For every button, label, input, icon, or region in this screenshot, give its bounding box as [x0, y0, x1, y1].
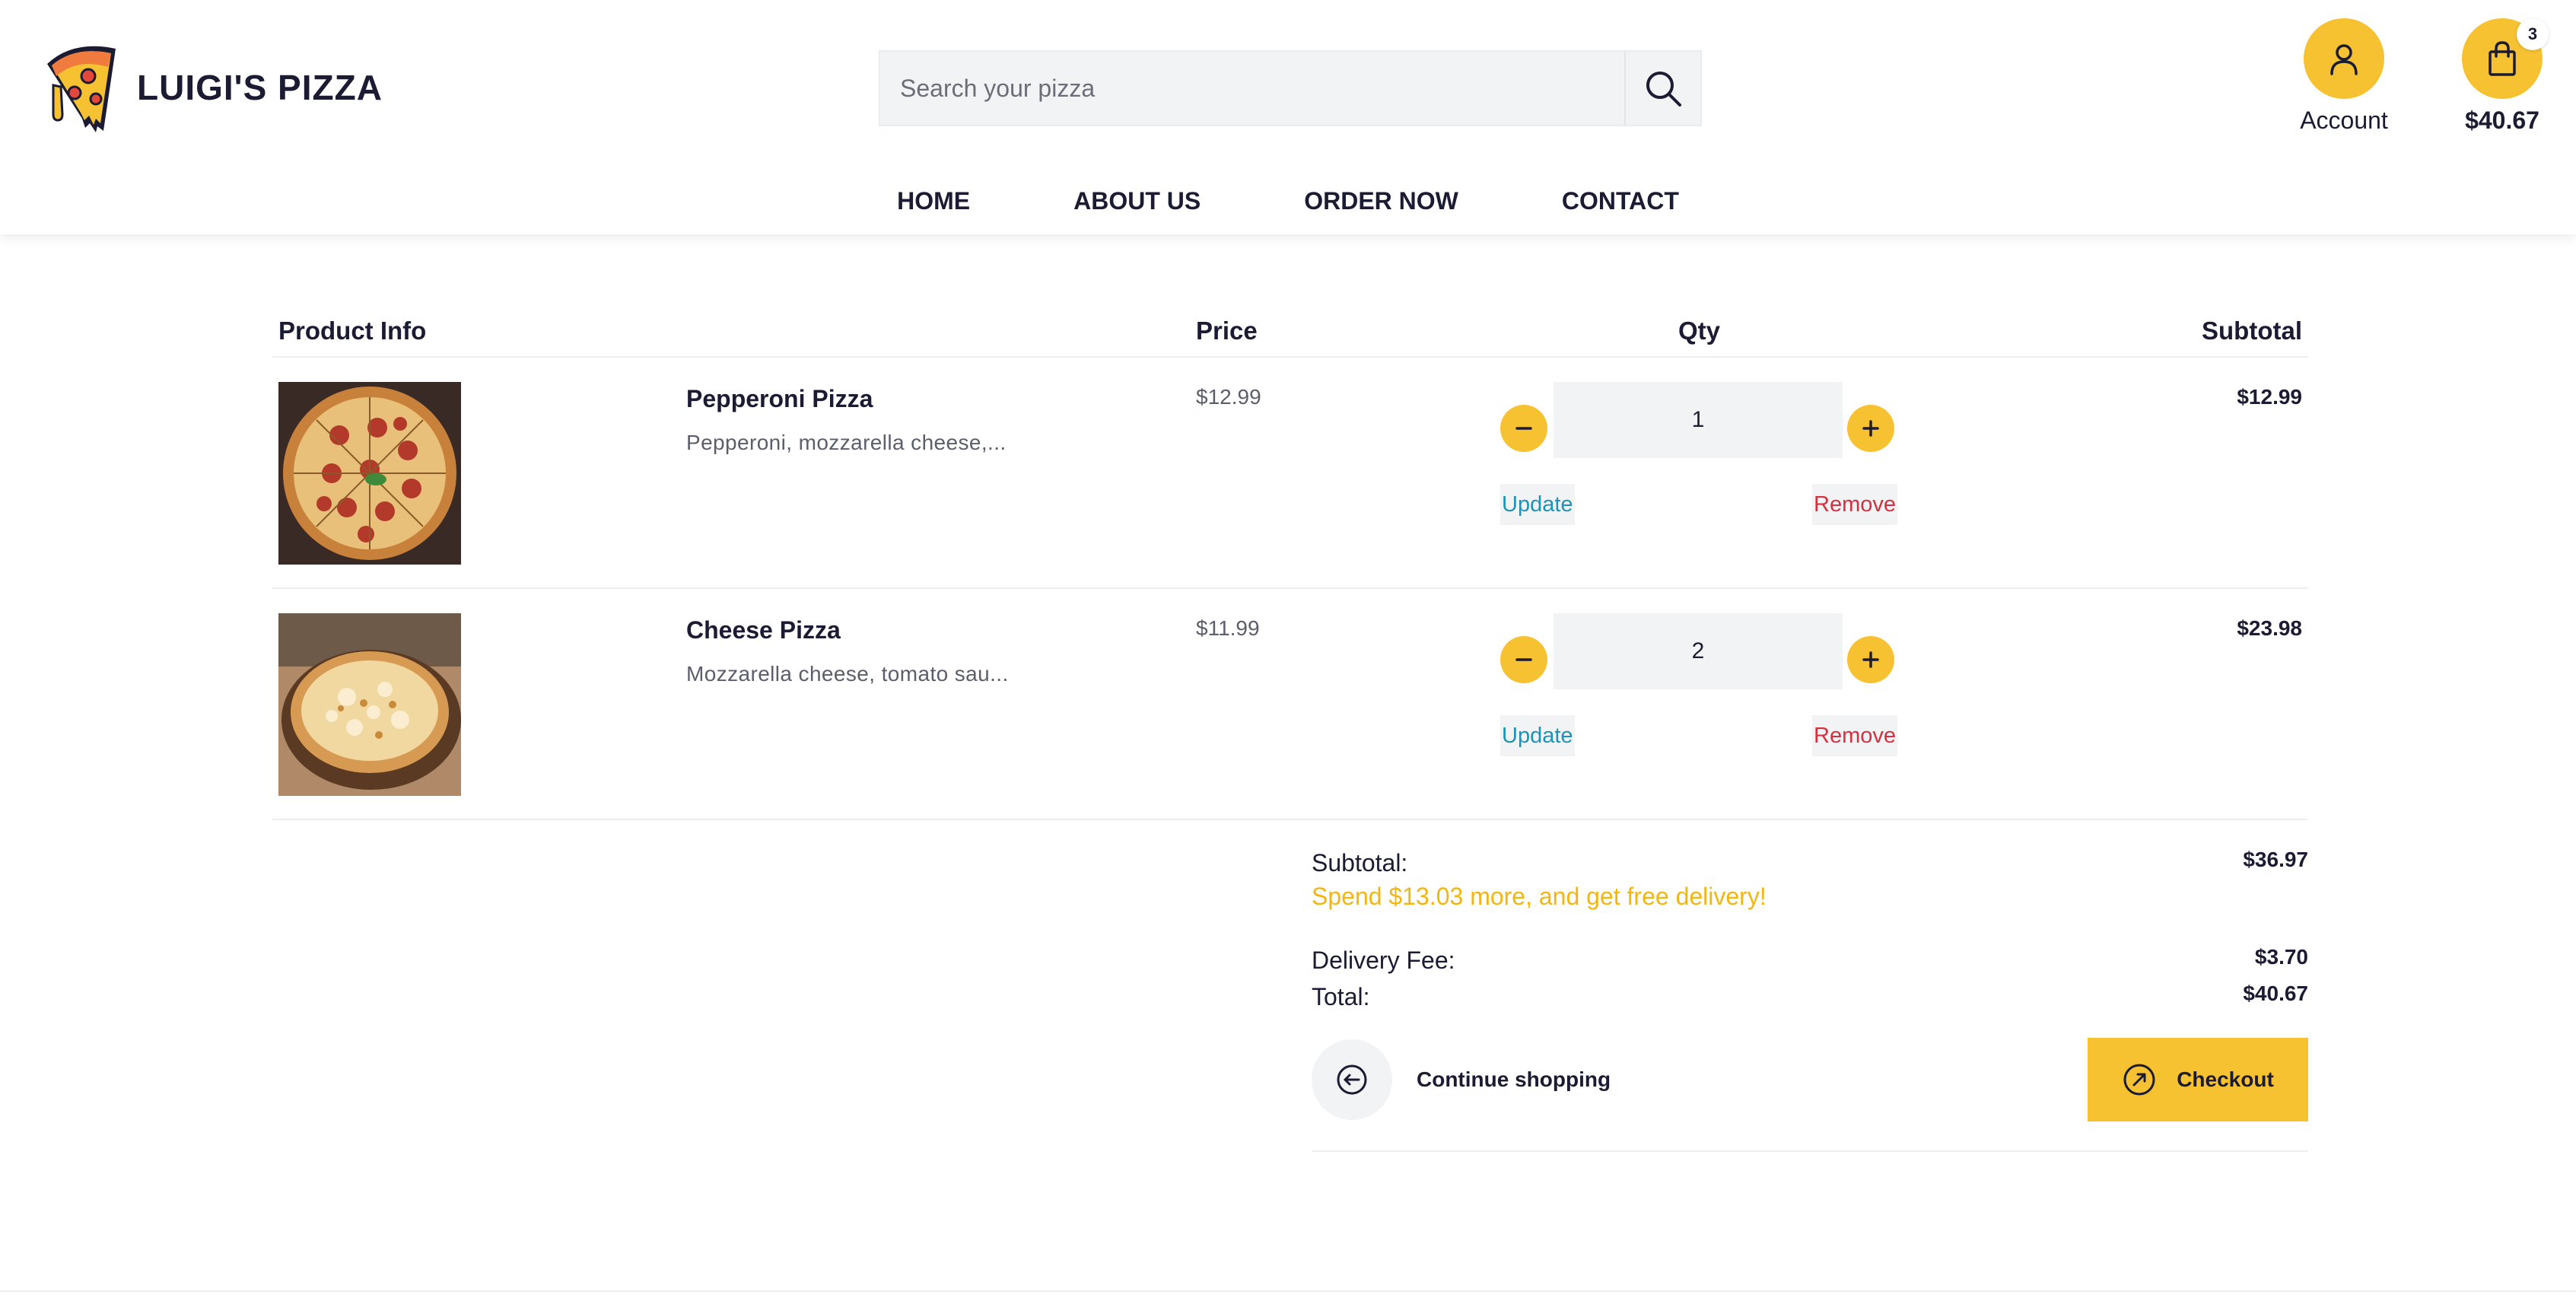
cart-table: Product Info Price Qty Subtotal Pepperon…: [272, 306, 2308, 820]
shopping-bag-icon: [2489, 41, 2516, 76]
cart-icon-circle: 3: [2462, 18, 2549, 99]
total-label: Total:: [1312, 983, 1370, 1010]
product-subtotal: $23.98: [2237, 616, 2302, 640]
product-image-cheese[interactable]: [278, 613, 461, 796]
nav-home[interactable]: HOME: [897, 187, 970, 215]
free-delivery-message: Spend $13.03 more, and get free delivery…: [1312, 883, 1767, 910]
search-bar: [879, 50, 1702, 126]
remove-button[interactable]: Remove: [1812, 484, 1897, 525]
checkout-label: Checkout: [2177, 1068, 2274, 1091]
total-value: $40.67: [2243, 982, 2308, 1005]
nav-contact[interactable]: CONTACT: [1562, 187, 1679, 215]
delivery-fee-label: Delivery Fee:: [1312, 947, 1455, 974]
account-label: Account: [2300, 107, 2388, 134]
continue-shopping-label: Continue shopping: [1417, 1068, 1611, 1091]
search-icon: [1646, 72, 1681, 107]
cart-button[interactable]: 3 $40.67: [2453, 18, 2552, 135]
product-price: $11.99: [1196, 616, 1260, 640]
qty-input[interactable]: [1554, 382, 1843, 458]
cart-count-badge: 3: [2517, 18, 2549, 50]
continue-icon-circle: [1312, 1039, 1392, 1120]
product-name[interactable]: Pepperoni Pizza: [686, 385, 873, 413]
nav-about-us[interactable]: ABOUT US: [1073, 187, 1201, 215]
product-price: $12.99: [1196, 385, 1261, 409]
account-icon-circle: [2304, 18, 2384, 99]
qty-increase-button[interactable]: [1847, 636, 1894, 683]
search-input[interactable]: [880, 52, 1624, 125]
search-button[interactable]: [1624, 52, 1700, 125]
account-button[interactable]: Account: [2295, 18, 2393, 135]
checkout-button[interactable]: Checkout: [2088, 1038, 2308, 1122]
qty-input[interactable]: [1554, 613, 1843, 689]
header-product-info: Product Info: [278, 317, 427, 345]
product-name[interactable]: Cheese Pizza: [686, 616, 841, 644]
arrow-left-circle-icon: [1337, 1064, 1367, 1095]
pizza-slice-icon: [47, 46, 116, 132]
plus-icon: [1862, 420, 1879, 437]
product-image-pepperoni[interactable]: [278, 382, 461, 565]
table-row: Pepperoni Pizza Pepperoni, mozzarella ch…: [272, 358, 2308, 589]
update-button[interactable]: Update: [1500, 484, 1575, 525]
main-nav: HOME ABOUT US ORDER NOW CONTACT: [0, 187, 2576, 215]
plus-icon: [1862, 651, 1879, 668]
subtotal-value: $36.97: [2243, 848, 2308, 871]
minus-icon: [1515, 427, 1532, 430]
product-subtotal: $12.99: [2237, 385, 2302, 409]
product-description: Pepperoni, mozzarella cheese,...: [686, 431, 1007, 454]
qty-decrease-button[interactable]: [1500, 636, 1547, 683]
qty-decrease-button[interactable]: [1500, 405, 1547, 452]
header-subtotal: Subtotal: [2202, 317, 2302, 345]
user-icon: [2330, 44, 2358, 75]
site-header: LUIGI'S PIZZA Account 3 $40.67: [0, 0, 2576, 234]
remove-button[interactable]: Remove: [1812, 715, 1897, 756]
brand-logo[interactable]: LUIGI'S PIZZA: [43, 41, 383, 134]
update-button[interactable]: Update: [1500, 715, 1575, 756]
nav-order-now[interactable]: ORDER NOW: [1304, 187, 1458, 215]
table-row: Cheese Pizza Mozzarella cheese, tomato s…: [272, 589, 2308, 820]
table-header: Product Info Price Qty Subtotal: [272, 306, 2308, 358]
product-description: Mozzarella cheese, tomato sau...: [686, 662, 1009, 686]
header-qty: Qty: [1678, 317, 1721, 345]
arrow-up-right-circle-icon: [2123, 1064, 2155, 1096]
cart-total: $40.67: [2465, 107, 2539, 134]
minus-icon: [1515, 658, 1532, 661]
order-summary: Subtotal: $36.97 Spend $13.03 more, and …: [1312, 819, 2308, 1152]
continue-shopping-button[interactable]: Continue shopping: [1312, 1039, 1611, 1120]
qty-increase-button[interactable]: [1847, 405, 1894, 452]
footer-divider: [0, 1290, 2576, 1292]
brand-name: LUIGI'S PIZZA: [137, 68, 383, 107]
subtotal-label: Subtotal:: [1312, 849, 1408, 877]
header-price: Price: [1196, 317, 1258, 345]
delivery-fee-value: $3.70: [2254, 945, 2308, 969]
